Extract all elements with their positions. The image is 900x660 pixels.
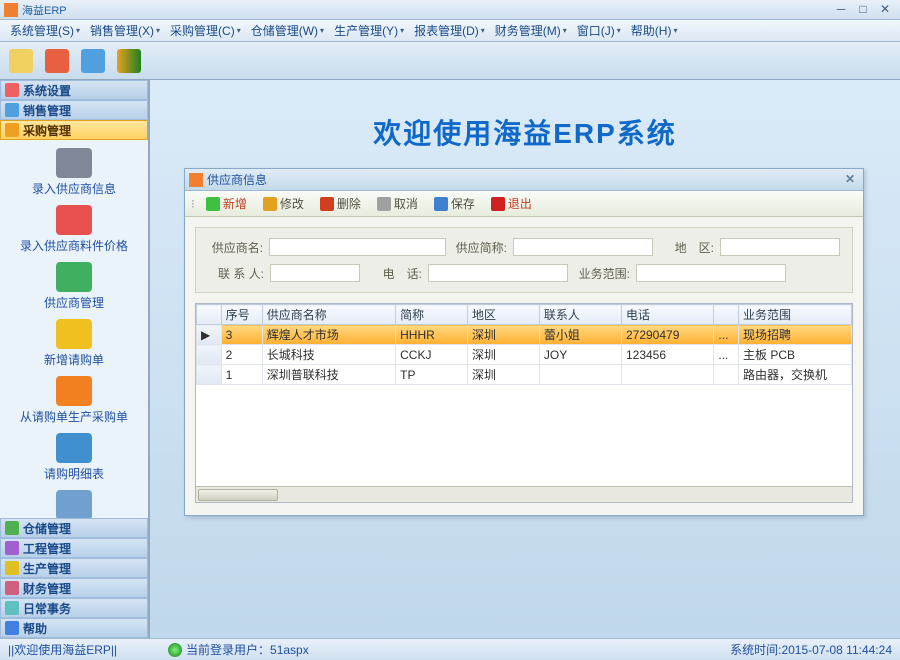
filter-input-frow1-2[interactable] — [720, 238, 840, 256]
toolbar-btn-3[interactable] — [76, 45, 110, 77]
inner-toolbar: ⁝新增修改删除取消保存退出 — [185, 191, 863, 217]
menu-item-6[interactable]: 财务管理(M) ▾ — [491, 20, 571, 41]
supplier-window: 供应商信息 ✕ ⁝新增修改删除取消保存退出 供应商名: 供应简称: 地 区: 联 系… — [184, 168, 864, 516]
col-header-8[interactable]: 业务范围 — [739, 305, 852, 325]
inner-btn-修改[interactable]: 修改 — [256, 192, 311, 215]
col-header-1[interactable]: 序号 — [221, 305, 262, 325]
app-title: 海益ERP — [22, 2, 830, 18]
menu-item-0[interactable]: 系统管理(S) ▾ — [6, 20, 84, 41]
content-area: 欢迎使用海益ERP系统 供应商信息 ✕ ⁝新增修改删除取消保存退出 供应商名:供… — [150, 80, 900, 638]
menu-bar: 系统管理(S) ▾销售管理(X) ▾采购管理(C) ▾仓储管理(W) ▾生产管理… — [0, 20, 900, 42]
inner-window-title: 供应商信息 — [207, 171, 841, 188]
nav-item-3[interactable]: 新增请购单 — [0, 315, 148, 372]
menu-item-3[interactable]: 仓储管理(W) ▾ — [247, 20, 328, 41]
toolbar-btn-2[interactable] — [40, 45, 74, 77]
filter-panel: 供应商名: 供应简称: 地 区: 联 系 人: 电 话: 业务范围: — [195, 227, 853, 293]
minimize-button[interactable]: ─ — [830, 2, 852, 18]
nav-item-4[interactable]: 从请购单生产采购单 — [0, 372, 148, 429]
col-header-5[interactable]: 联系人 — [539, 305, 621, 325]
maximize-button[interactable]: □ — [852, 2, 874, 18]
nav-head-3[interactable]: 仓储管理 — [0, 518, 148, 538]
nav-item-0[interactable]: 录入供应商信息 — [0, 144, 148, 201]
filter-input-frow2-1[interactable] — [428, 264, 568, 282]
toolbar — [0, 42, 900, 80]
nav-item-1[interactable]: 录入供应商料件价格 — [0, 201, 148, 258]
nav-head-8[interactable]: 帮助 — [0, 618, 148, 638]
nav-item-5[interactable]: 请购明细表 — [0, 429, 148, 486]
inner-btn-新增[interactable]: 新增 — [199, 192, 254, 215]
menu-item-8[interactable]: 帮助(H) ▾ — [627, 20, 682, 41]
filter-input-frow1-1[interactable] — [513, 238, 653, 256]
filter-label: 电 话: — [366, 265, 422, 282]
col-header-4[interactable]: 地区 — [468, 305, 540, 325]
inner-btn-取消[interactable]: 取消 — [370, 192, 425, 215]
nav-head-7[interactable]: 日常事务 — [0, 598, 148, 618]
inner-btn-退出[interactable]: 退出 — [484, 192, 539, 215]
table-row[interactable]: 1深圳普联科技TP深圳路由器，交换机 — [197, 365, 852, 385]
title-bar: 海益ERP ─ □ ✕ — [0, 0, 900, 20]
filter-input-frow1-0[interactable] — [269, 238, 446, 256]
status-bar: ||欢迎使用海益ERP|| 当前登录用户：51aspx 系统时间:2015-07… — [0, 638, 900, 660]
close-button[interactable]: ✕ — [874, 2, 896, 18]
filter-label: 供应简称: — [452, 239, 507, 256]
filter-label: 联 系 人: — [208, 265, 264, 282]
inner-close-button[interactable]: ✕ — [841, 172, 859, 188]
inner-btn-保存[interactable]: 保存 — [427, 192, 482, 215]
toolbar-btn-1[interactable] — [4, 45, 38, 77]
nav-item-2[interactable]: 供应商管理 — [0, 258, 148, 315]
menu-item-4[interactable]: 生产管理(Y) ▾ — [330, 20, 408, 41]
nav-head-2[interactable]: 采购管理 — [0, 120, 148, 140]
nav-item-6[interactable]: 新增采购单 — [0, 486, 148, 518]
app-icon — [4, 3, 18, 17]
inner-titlebar[interactable]: 供应商信息 ✕ — [185, 169, 863, 191]
filter-label: 业务范围: — [574, 265, 630, 282]
status-welcome: ||欢迎使用海益ERP|| — [8, 641, 168, 658]
menu-item-2[interactable]: 采购管理(C) ▾ — [166, 20, 245, 41]
nav-head-1[interactable]: 销售管理 — [0, 100, 148, 120]
status-user: 当前登录用户：51aspx — [186, 641, 730, 658]
inner-window-icon — [189, 173, 203, 187]
col-header-6[interactable]: 电话 — [621, 305, 713, 325]
menu-item-1[interactable]: 销售管理(X) ▾ — [86, 20, 164, 41]
data-grid[interactable]: 序号供应商名称简称地区联系人电话 业务范围▶3辉煌人才市场HHHR深圳蕾小姐272… — [195, 303, 853, 503]
col-header-3[interactable]: 简称 — [396, 305, 468, 325]
filter-input-frow2-2[interactable] — [636, 264, 786, 282]
toolbar-btn-4[interactable] — [112, 45, 146, 77]
col-header-7[interactable] — [714, 305, 739, 325]
col-header-2[interactable]: 供应商名称 — [262, 305, 395, 325]
horizontal-scrollbar[interactable] — [196, 486, 852, 502]
nav-head-6[interactable]: 财务管理 — [0, 578, 148, 598]
filter-label: 供应商名: — [208, 239, 263, 256]
sidebar: 系统设置销售管理采购管理录入供应商信息录入供应商料件价格供应商管理新增请购单从请… — [0, 80, 150, 638]
menu-item-5[interactable]: 报表管理(D) ▾ — [410, 20, 489, 41]
welcome-banner: 欢迎使用海益ERP系统 — [150, 80, 900, 170]
status-led-icon — [168, 643, 182, 657]
table-row[interactable]: 2长城科技CCKJ深圳JOY123456...主板 PCB — [197, 345, 852, 365]
nav-head-4[interactable]: 工程管理 — [0, 538, 148, 558]
nav-head-5[interactable]: 生产管理 — [0, 558, 148, 578]
filter-label: 地 区: — [659, 239, 714, 256]
status-time: 系统时间:2015-07-08 11:44:24 — [730, 641, 892, 658]
table-row[interactable]: ▶3辉煌人才市场HHHR深圳蕾小姐27290479...现场招聘 — [197, 325, 852, 345]
filter-input-frow2-0[interactable] — [270, 264, 360, 282]
col-header-0[interactable] — [197, 305, 222, 325]
nav-head-0[interactable]: 系统设置 — [0, 80, 148, 100]
inner-btn-删除[interactable]: 删除 — [313, 192, 368, 215]
menu-item-7[interactable]: 窗口(J) ▾ — [573, 20, 625, 41]
